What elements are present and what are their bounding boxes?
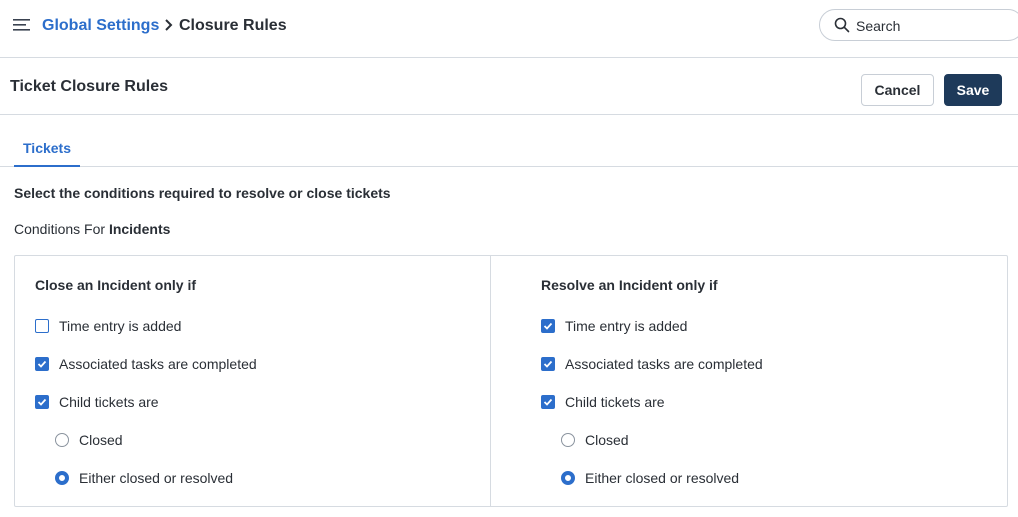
close-time-entry-checkbox[interactable]	[35, 319, 49, 333]
rules-panel: Close an Incident only if Time entry is …	[14, 255, 1008, 507]
breadcrumb-global-settings[interactable]: Global Settings	[42, 16, 159, 36]
conditions-type: Incidents	[108, 221, 171, 237]
close-option-either-label: Either closed or resolved	[79, 470, 234, 486]
resolve-time-entry-row[interactable]: Time entry is added	[541, 317, 687, 335]
close-option-closed-radio[interactable]	[55, 433, 69, 447]
conditions-prefix: Conditions For	[14, 221, 106, 237]
close-rules-title: Close an Incident only if	[35, 277, 197, 293]
resolve-option-closed-row[interactable]: Closed	[561, 431, 629, 449]
chevron-right-icon	[165, 19, 173, 31]
resolve-option-closed-label: Closed	[585, 432, 629, 448]
resolve-child-tickets-label: Child tickets are	[565, 394, 665, 410]
checkmark-icon	[543, 360, 553, 368]
resolve-option-either-radio[interactable]	[561, 471, 575, 485]
save-button[interactable]: Save	[944, 74, 1002, 106]
resolve-tasks-completed-row[interactable]: Associated tasks are completed	[541, 355, 763, 373]
search-input[interactable]	[856, 16, 1006, 36]
close-child-tickets-label: Child tickets are	[59, 394, 159, 410]
hamburger-menu-icon[interactable]	[13, 17, 31, 33]
checkmark-icon	[37, 360, 47, 368]
close-option-either-row[interactable]: Either closed or resolved	[55, 469, 233, 487]
top-bar: Global Settings Closure Rules	[0, 0, 1018, 58]
resolve-option-either-row[interactable]: Either closed or resolved	[561, 469, 739, 487]
search-icon	[834, 17, 850, 33]
resolve-rules-column: Resolve an Incident only if Time entry i…	[491, 256, 1007, 506]
cancel-button[interactable]: Cancel	[861, 74, 934, 106]
close-tasks-completed-checkbox[interactable]	[35, 357, 49, 371]
search-box[interactable]	[819, 9, 1018, 41]
checkmark-icon	[37, 398, 47, 406]
tab-bar: Tickets	[0, 115, 1018, 167]
close-child-tickets-row[interactable]: Child tickets are	[35, 393, 159, 411]
close-option-either-radio[interactable]	[55, 471, 69, 485]
resolve-option-closed-radio[interactable]	[561, 433, 575, 447]
close-option-closed-row[interactable]: Closed	[55, 431, 123, 449]
resolve-child-tickets-row[interactable]: Child tickets are	[541, 393, 665, 411]
resolve-tasks-completed-checkbox[interactable]	[541, 357, 555, 371]
breadcrumb-current: Closure Rules	[179, 17, 287, 34]
section-heading: Select the conditions required to resolv…	[14, 185, 391, 201]
close-option-closed-label: Closed	[79, 432, 123, 448]
resolve-option-either-label: Either closed or resolved	[585, 470, 740, 486]
page-title: Ticket Closure Rules	[10, 78, 168, 95]
page-header: Ticket Closure Rules Cancel Save	[0, 58, 1018, 115]
resolve-tasks-completed-label: Associated tasks are completed	[565, 356, 763, 372]
close-rules-column: Close an Incident only if Time entry is …	[15, 256, 490, 506]
checkmark-icon	[543, 322, 553, 330]
resolve-rules-title: Resolve an Incident only if	[541, 277, 718, 293]
resolve-time-entry-label: Time entry is added	[565, 318, 688, 334]
resolve-child-tickets-checkbox[interactable]	[541, 395, 555, 409]
close-tasks-completed-label: Associated tasks are completed	[59, 356, 257, 372]
close-child-tickets-checkbox[interactable]	[35, 395, 49, 409]
close-time-entry-row[interactable]: Time entry is added	[35, 317, 181, 335]
close-tasks-completed-row[interactable]: Associated tasks are completed	[35, 355, 257, 373]
conditions-label: Conditions For Incidents	[14, 221, 170, 237]
resolve-time-entry-checkbox[interactable]	[541, 319, 555, 333]
close-time-entry-label: Time entry is added	[59, 318, 182, 334]
tab-tickets[interactable]: Tickets	[14, 140, 80, 167]
checkmark-icon	[543, 398, 553, 406]
